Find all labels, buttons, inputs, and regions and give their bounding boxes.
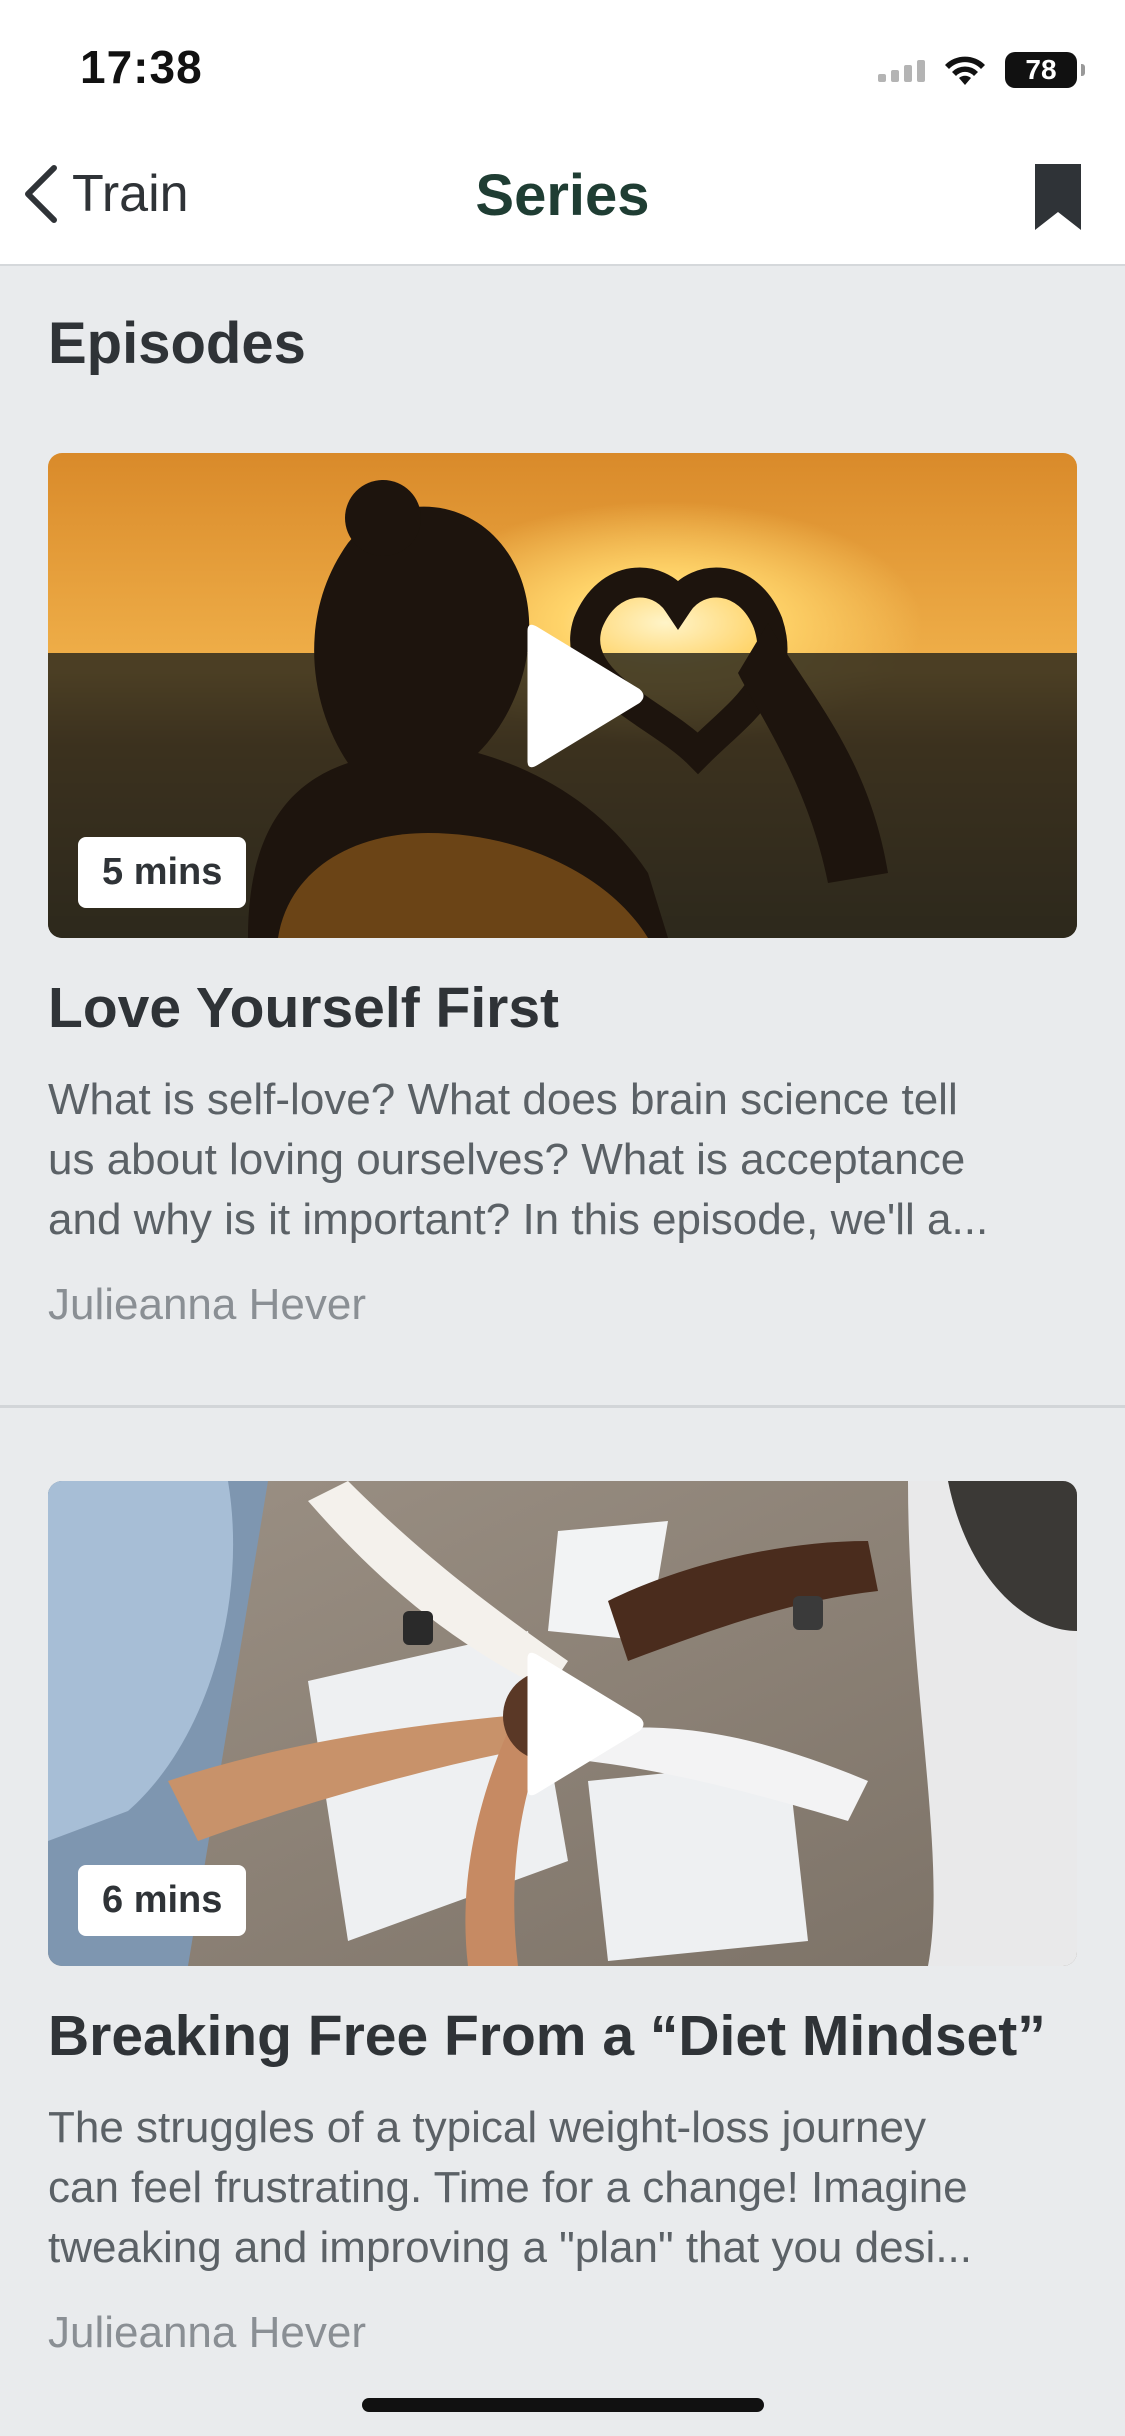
description-line: us about loving ourselves? What is accep… <box>48 1135 966 1184</box>
battery-icon: 78 <box>1005 52 1085 88</box>
play-icon[interactable] <box>517 621 647 771</box>
episode-title[interactable]: Love Yourself First <box>48 975 559 1041</box>
episode-author: Julieanna Hever <box>48 1280 366 1329</box>
status-time: 17:38 <box>80 41 203 93</box>
status-icons: 78 <box>878 48 1085 92</box>
episode-author: Julieanna Hever <box>48 2308 366 2357</box>
episode-thumbnail[interactable]: 6 mins <box>48 1481 1077 1966</box>
description-line: The struggles of a typical weight-loss j… <box>48 2103 926 2152</box>
episode-thumbnail[interactable]: 5 mins <box>48 453 1077 938</box>
home-indicator[interactable] <box>362 2398 764 2412</box>
description-line: What is self-love? What does brain scien… <box>48 1075 958 1124</box>
divider <box>0 1405 1125 1408</box>
duration-badge: 6 mins <box>78 1865 247 1936</box>
cellular-signal-icon <box>878 58 925 82</box>
duration-badge: 5 mins <box>78 837 247 908</box>
section-title: Episodes <box>48 311 306 376</box>
description-line: tweaking and improving a "plan" that you… <box>48 2223 972 2272</box>
navigation-bar: Train Series <box>0 132 1125 266</box>
episode-description: The struggles of a typical weight-loss j… <box>48 2098 1088 2278</box>
wifi-icon <box>945 56 985 85</box>
status-bar: 17:38 78 <box>0 0 1125 132</box>
episode-description: What is self-love? What does brain scien… <box>48 1070 1088 1250</box>
page-title: Series <box>475 163 650 228</box>
battery-level: 78 <box>1025 54 1057 85</box>
episode-title[interactable]: Breaking Free From a “Diet Mindset” <box>48 2003 1046 2069</box>
description-line: and why is it important? In this episode… <box>48 1195 989 1244</box>
description-line: can feel frustrating. Time for a change!… <box>48 2163 968 2212</box>
play-icon[interactable] <box>517 1649 647 1799</box>
bookmark-icon[interactable] <box>1033 162 1083 232</box>
